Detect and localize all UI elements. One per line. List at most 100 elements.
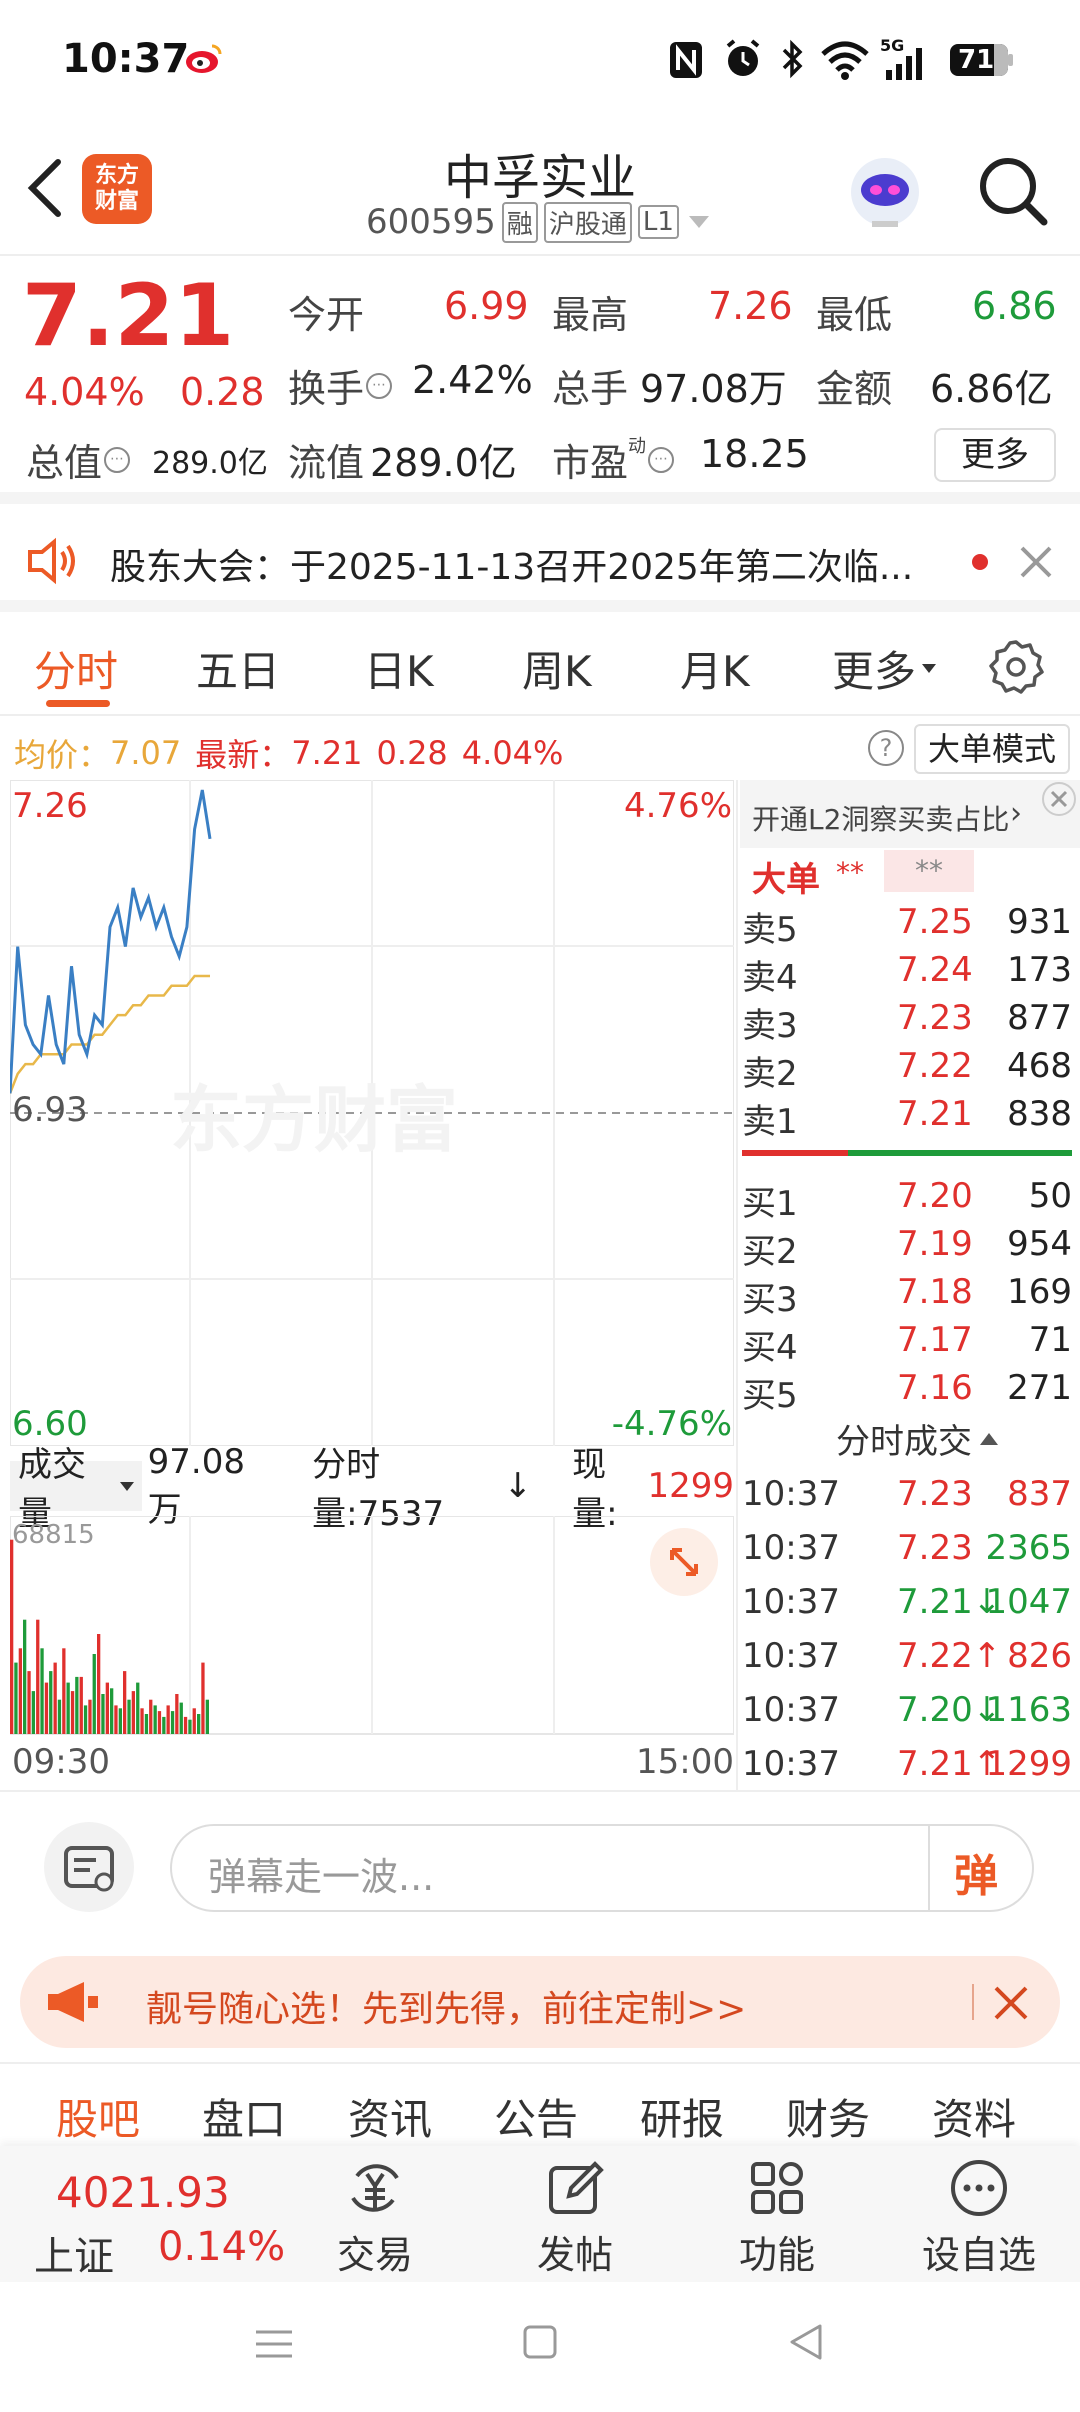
- sell-order-row[interactable]: 卖3 7.23 877: [742, 998, 1072, 1046]
- nav-trade[interactable]: 交易: [300, 2156, 450, 2282]
- nav-post[interactable]: 发帖: [500, 2156, 650, 2282]
- order-volume: 954: [1007, 1224, 1072, 1264]
- tab-guba[interactable]: 股吧: [56, 2086, 140, 2147]
- nav-function[interactable]: 功能: [702, 2156, 852, 2282]
- volume-bar-down: [75, 1676, 79, 1734]
- tab-news[interactable]: 资讯: [348, 2086, 432, 2147]
- nav-watchlist[interactable]: 设自选: [904, 2156, 1054, 2282]
- close-icon[interactable]: [1016, 542, 1056, 582]
- expand-button[interactable]: [650, 1528, 718, 1596]
- volume-bar-up: [62, 1648, 66, 1734]
- order-price: 7.23: [897, 998, 973, 1038]
- volume-selector[interactable]: 成交量: [10, 1445, 142, 1534]
- order-volume: 271: [1007, 1368, 1072, 1408]
- tab-monthly-k[interactable]: 月K: [680, 638, 750, 699]
- home-icon[interactable]: [522, 2324, 558, 2360]
- danmu-settings-icon: [64, 1846, 114, 1892]
- volume-bar-up: [123, 1671, 127, 1734]
- sell-order-row[interactable]: 卖1 7.21 838: [742, 1094, 1072, 1142]
- back-triangle-icon[interactable]: [786, 2322, 826, 2362]
- buy-order-row[interactable]: 买1 7.20 50: [742, 1176, 1072, 1224]
- buy-order-row[interactable]: 买5 7.16 271: [742, 1368, 1072, 1416]
- avg-price-line: [10, 974, 210, 1094]
- tab-indicator: [46, 700, 110, 707]
- danmu-settings-button[interactable]: [44, 1822, 134, 1912]
- index-widget[interactable]: 4021.93 上证 0.14%: [30, 2146, 290, 2282]
- quote-panel: 7.21 4.04% 0.28 今开 6.99 最高 7.26 最低 6.86 …: [0, 258, 1080, 504]
- tab-announcement[interactable]: 公告: [494, 2086, 578, 2147]
- l2-promo[interactable]: 开通L2洞察买卖占比 ›: [740, 780, 1080, 848]
- tab-more[interactable]: 更多: [832, 638, 937, 699]
- triangle-up-icon: [980, 1432, 998, 1445]
- tab-daily-k[interactable]: 日K: [364, 638, 434, 699]
- volume-bar-up: [201, 1662, 205, 1734]
- tab-profile[interactable]: 资料: [932, 2086, 1016, 2147]
- sell-order-row[interactable]: 卖5 7.25 931: [742, 902, 1072, 950]
- close-icon[interactable]: [992, 1984, 1030, 2022]
- low-label: 最低: [816, 293, 893, 337]
- tab-weekly-k[interactable]: 周K: [522, 638, 592, 699]
- current-price: 7.21: [22, 266, 235, 366]
- yen-circle-icon: [351, 2164, 399, 2212]
- tab-research[interactable]: 研报: [640, 2086, 724, 2147]
- high-value: 7.26: [708, 284, 793, 328]
- buy-order-row[interactable]: 买2 7.19 954: [742, 1224, 1072, 1272]
- x-end-label: 15:00: [636, 1742, 734, 1782]
- sell-order-row[interactable]: 卖2 7.22 468: [742, 1046, 1072, 1094]
- trades-title[interactable]: 分时成交: [836, 1414, 998, 1463]
- search-icon[interactable]: [974, 152, 1050, 228]
- badge-level: L1: [637, 205, 679, 239]
- pe-label: 市盈 动 ⋯: [552, 432, 675, 487]
- index-pct: 0.14%: [158, 2224, 286, 2270]
- nav-trade-label: 交易: [336, 2233, 413, 2277]
- more-button[interactable]: 更多: [934, 428, 1056, 482]
- info-dots-icon[interactable]: ⋯: [648, 446, 675, 473]
- promo-banner[interactable]: 靓号随心选！先到先得，前往定制>>: [20, 1956, 1060, 2048]
- volume-bar-down: [110, 1688, 114, 1734]
- intraday-chart[interactable]: 东方财富 7.26 4.76% 6.93 6.60 -4.76%: [10, 780, 734, 1446]
- volume-bar-down: [31, 1691, 35, 1734]
- volume-chart[interactable]: 68815: [10, 1516, 734, 1736]
- order-level: 卖4: [742, 958, 798, 998]
- danmu-input[interactable]: 弹幕走一波... 弹: [170, 1824, 1034, 1912]
- tab-intraday[interactable]: 分时: [34, 638, 118, 699]
- trade-time: 10:37: [742, 1582, 840, 1622]
- volume-bar-up: [53, 1662, 57, 1734]
- danmu-send-button[interactable]: 弹: [954, 1840, 998, 1904]
- volume-bar-down: [101, 1694, 105, 1734]
- order-level: 卖5: [742, 910, 798, 950]
- tab-pankou[interactable]: 盘口: [202, 2086, 286, 2147]
- big-order-value-2: **: [884, 850, 974, 892]
- stock-code-row[interactable]: 600595 融 沪股通 L1: [366, 201, 709, 243]
- unread-dot: [972, 554, 988, 570]
- tab-five-day[interactable]: 五日: [196, 638, 280, 699]
- x-start-label: 09:30: [12, 1742, 110, 1782]
- tab-finance[interactable]: 财务: [786, 2086, 870, 2147]
- volume-bar-up: [44, 1682, 49, 1734]
- info-dots-icon[interactable]: ⋯: [104, 446, 131, 473]
- change-value: 0.28: [180, 370, 265, 414]
- info-dots-icon[interactable]: ⋯: [366, 372, 393, 399]
- buy-order-row[interactable]: 买3 7.18 169: [742, 1272, 1072, 1320]
- dropdown-triangle-icon: [922, 664, 937, 673]
- close-icon[interactable]: [1042, 782, 1076, 816]
- trade-volume: 826: [1007, 1636, 1072, 1676]
- trade-row: 10:37 7.23 837: [742, 1474, 1072, 1528]
- volume-bar-up: [131, 1691, 135, 1734]
- buy-order-row[interactable]: 买4 7.17 71: [742, 1320, 1072, 1368]
- grid-icon: [751, 2162, 803, 2214]
- divider: [928, 1826, 930, 1910]
- robot-avatar-icon[interactable]: [842, 146, 928, 232]
- order-volume: 838: [1007, 1094, 1072, 1134]
- help-icon[interactable]: ?: [868, 730, 904, 766]
- order-price: 7.16: [897, 1368, 973, 1408]
- volume-bar-down: [127, 1699, 131, 1734]
- sell-order-row[interactable]: 卖4 7.24 173: [742, 950, 1072, 998]
- menu-icon[interactable]: [254, 2324, 294, 2364]
- nav-function-label: 功能: [738, 2233, 815, 2277]
- notice-bar[interactable]: 股东大会：于2025-11-13召开2025年第二次临...: [0, 516, 1080, 612]
- big-order-mode-button[interactable]: 大单模式: [914, 724, 1070, 774]
- mktcap-label: 总值 ⋯: [26, 432, 131, 487]
- gear-icon[interactable]: [988, 638, 1044, 694]
- order-price: 7.21: [897, 1094, 973, 1134]
